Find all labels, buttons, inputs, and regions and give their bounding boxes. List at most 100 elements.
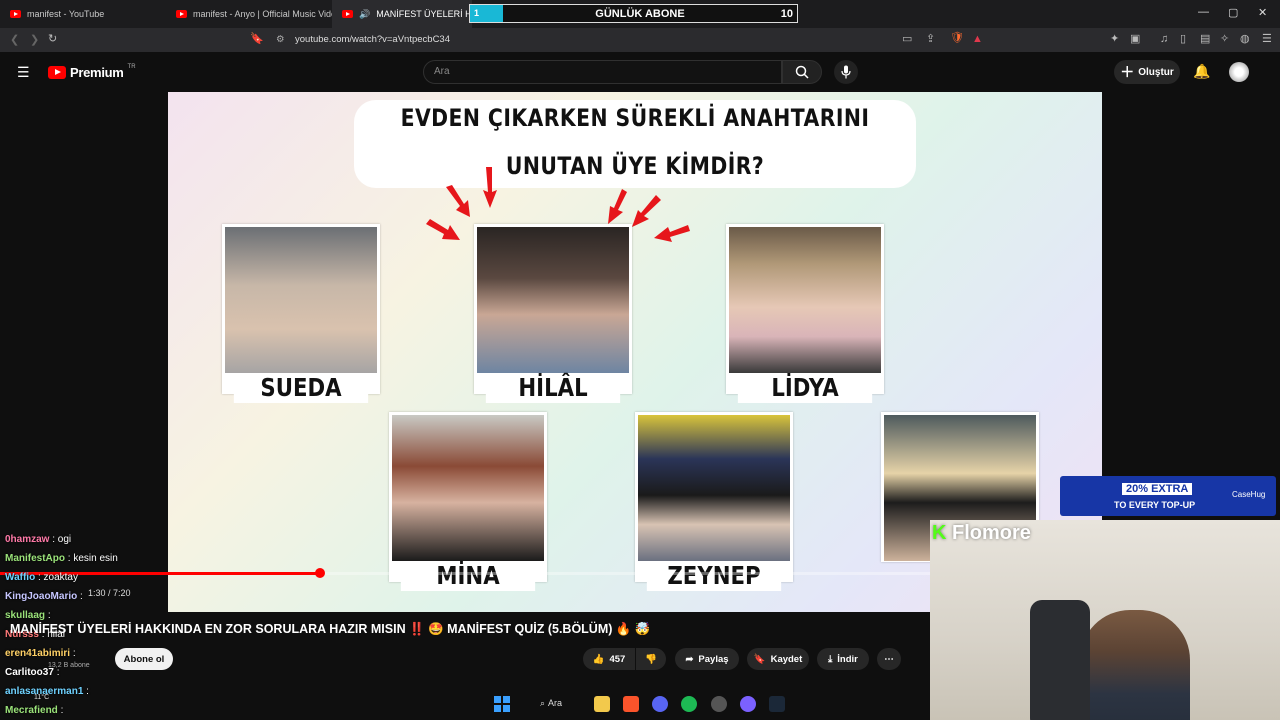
subscriber-count: 13,2 B abone (48, 662, 90, 669)
member-photo (477, 227, 629, 373)
member-photo (225, 227, 377, 373)
time-display: 1:30 / 7:20 (88, 588, 131, 598)
wallet-icon[interactable]: ▤ (1200, 34, 1210, 45)
bookmark-icon: 🔖 (753, 653, 766, 665)
chat-username[interactable]: Waffio (5, 572, 35, 583)
chat-username[interactable]: Carlitoo37 (5, 667, 54, 678)
file-explorer-icon[interactable] (594, 696, 610, 712)
chat-username[interactable]: KingJoaoMario (5, 591, 77, 602)
question-line-1: EVDEN ÇIKARKEN SÜREKLİ ANAHTARINI (400, 104, 870, 132)
download-label: İndir (837, 653, 858, 665)
create-button[interactable]: ＋ Oluştur (1114, 60, 1180, 84)
avatar[interactable] (1229, 62, 1249, 82)
like-button[interactable]: 👍 457 (583, 648, 635, 670)
more-icon: ⋯ (884, 653, 894, 665)
brave-rewards-icon[interactable]: ▲ (972, 34, 983, 45)
url-field[interactable]: ⚙ youtube.com/watch?v=aVntpecbC34 (270, 31, 990, 49)
vpn-icon[interactable]: ◍ (1240, 34, 1250, 45)
sidebar-icon[interactable]: ▯ (1180, 34, 1186, 45)
counter-value: 10 (780, 7, 793, 20)
tab-title: manifest - YouTube (27, 9, 105, 19)
tab-title: manifest - Anyo | Official Music Video (193, 9, 332, 19)
member-card: LİDYA (726, 224, 884, 403)
chat-username[interactable]: ManifestApo (5, 553, 65, 564)
voice-search-button[interactable] (834, 60, 858, 84)
member-name: LİDYA (737, 373, 873, 403)
region-code: TR (127, 63, 136, 70)
maximize-icon[interactable]: ▢ (1228, 6, 1238, 19)
youtube-play-icon (48, 66, 66, 79)
steam-icon[interactable] (769, 696, 785, 712)
member-photo (729, 227, 881, 373)
tab-title: MANİFEST ÜYELERİ HAKKINDA (376, 9, 472, 19)
browser-tab[interactable]: manifest - YouTube (0, 0, 166, 28)
taskbar-search[interactable]: ⌕ Ara (540, 698, 562, 709)
member-photo (638, 415, 790, 561)
youtube-favicon-icon (176, 10, 187, 18)
microphone-icon (841, 65, 851, 79)
counter-label: GÜNLÜK ABONE (595, 7, 685, 20)
site-info-icon[interactable]: ⚙ (276, 31, 285, 49)
save-label: Kaydet (770, 653, 803, 665)
browser-tab[interactable]: manifest - Anyo | Official Music Video (166, 0, 332, 28)
chat-username[interactable]: skullaag (5, 610, 45, 621)
member-photo (392, 415, 544, 561)
search-input[interactable]: Ara (423, 60, 782, 84)
screenshot-icon[interactable]: ▣ (1130, 34, 1140, 45)
more-actions-button[interactable]: ⋯ (877, 648, 901, 670)
youtube-logo[interactable]: Premium TR (48, 63, 136, 80)
browser-tab-active[interactable]: 🔊 MANİFEST ÜYELERİ HAKKINDA (332, 0, 472, 28)
leo-icon[interactable]: ✧ (1220, 34, 1229, 45)
progress-scrubber[interactable] (314, 568, 325, 578)
notifications-bell-icon[interactable]: 🔔 (1193, 64, 1210, 78)
share-button[interactable]: ➦ Paylaş (675, 648, 739, 670)
member-name: ZEYNEP (646, 561, 782, 591)
save-button[interactable]: 🔖 Kaydet (747, 648, 809, 670)
chat-username[interactable]: eren41abimiri (5, 648, 70, 659)
brave-shield-icon[interactable]: 🛡 (950, 33, 964, 44)
chat-message: Waffio : zoaktay (5, 572, 78, 583)
music-icon[interactable]: ♫ (1160, 34, 1168, 45)
search-icon: ⌕ (540, 698, 546, 708)
subscribe-button[interactable]: Abone ol (115, 648, 173, 670)
close-icon[interactable]: ✕ (1258, 6, 1267, 19)
forward-icon[interactable]: ❯ (30, 35, 39, 46)
chat-text: : ogi (52, 534, 72, 545)
brave-browser-icon[interactable] (623, 696, 639, 712)
chat-message: 0hamzaw : ogi (5, 534, 71, 545)
app-icon[interactable] (711, 696, 727, 712)
download-icon: ⤓ (828, 653, 833, 665)
promo-line-2: TO EVERY TOP-UP (1114, 500, 1196, 510)
hamburger-menu-icon[interactable]: ☰ (17, 65, 30, 79)
spotify-icon[interactable] (681, 696, 697, 712)
extensions-icon[interactable]: ✦ (1110, 34, 1119, 45)
bookmark-icon[interactable]: 🔖 (250, 34, 264, 45)
reload-icon[interactable]: ↻ (48, 34, 57, 45)
video-title: MANİFEST ÜYELERİ HAKKINDA EN ZOR SORULAR… (10, 622, 651, 636)
member-card: ZEYNEP (635, 412, 793, 591)
like-count: 457 (609, 653, 626, 665)
cast-icon[interactable]: ▭ (902, 34, 912, 45)
chat-text: : (47, 610, 51, 621)
windows-start-icon[interactable] (494, 696, 510, 712)
plus-icon: ＋ (1120, 64, 1135, 80)
share-icon: ➦ (685, 653, 694, 665)
question-line-2: UNUTAN ÜYE KİMDİR? (505, 152, 765, 180)
obs-icon[interactable] (740, 696, 756, 712)
download-button[interactable]: ⤓ İndir (817, 648, 869, 670)
member-card: HİLÂL (474, 224, 632, 403)
dislike-button[interactable]: 👎 (636, 648, 666, 670)
discord-icon[interactable] (652, 696, 668, 712)
chat-username[interactable]: 0hamzaw (5, 534, 49, 545)
minimize-icon[interactable]: — (1198, 6, 1209, 18)
logo-text: Premium (70, 65, 124, 80)
search-button[interactable] (782, 60, 822, 84)
member-name: HİLÂL (485, 373, 621, 403)
search-icon (795, 65, 809, 79)
share-page-icon[interactable]: ⇪ (926, 34, 935, 45)
chat-message: eren41abimiri : (5, 648, 76, 659)
chat-message: KingJoaoMario : (5, 591, 83, 602)
back-icon[interactable]: ❮ (10, 35, 19, 46)
weather-temp: 11°C (34, 694, 50, 701)
menu-icon[interactable]: ☰ (1262, 34, 1272, 45)
